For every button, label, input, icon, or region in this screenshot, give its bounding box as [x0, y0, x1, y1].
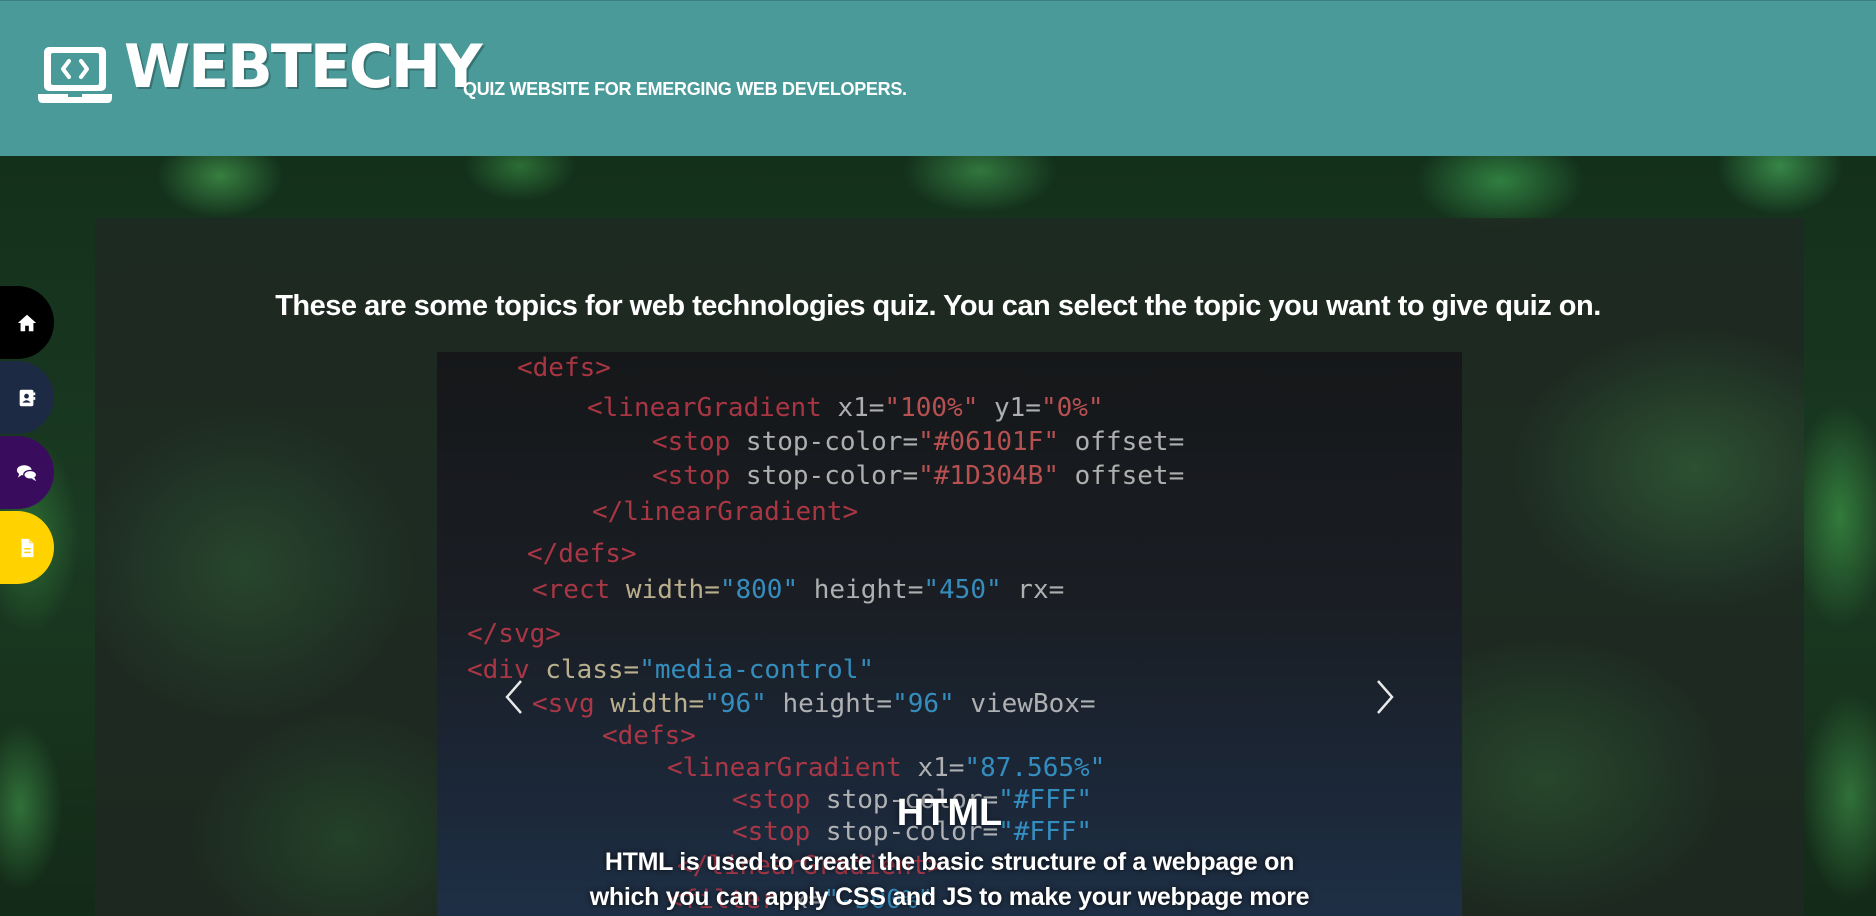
svg-text:<linearGradient x1="100%" y1=": <linearGradient x1="100%" y1="0%"	[587, 393, 1104, 423]
svg-text:<linearGradient x1="87.565%": <linearGradient x1="87.565%"	[667, 753, 1105, 783]
svg-text:</linearGradient>: </linearGradient>	[592, 497, 858, 527]
svg-text:</svg>: </svg>	[467, 619, 561, 649]
comments-icon	[16, 464, 38, 481]
svg-text:</defs>: </defs>	[527, 539, 637, 569]
slide-description: HTML is used to create the basic structu…	[589, 848, 1310, 911]
site-brand[interactable]: WEBTECHY	[124, 31, 483, 103]
site-tagline: QUIZ WEBSITE FOR EMERGING WEB DEVELOPERS…	[463, 79, 907, 99]
nav-item-discussion[interactable]	[0, 436, 54, 509]
svg-text:<stop stop-color="#06101F" off: <stop stop-color="#06101F" offset=	[652, 427, 1184, 457]
topics-carousel: <defs> <linearGradient x1="100%" y1="0%"…	[437, 352, 1462, 916]
svg-text:<svg width="96" height="96" vi: <svg width="96" height="96" viewBox=	[532, 689, 1096, 719]
site-header: WEBTECHY QUIZ WEBSITE FOR EMERGING WEB D…	[0, 0, 1876, 156]
nav-item-documents[interactable]	[0, 511, 54, 584]
svg-text:<defs>: <defs>	[602, 721, 696, 751]
address-book-icon	[19, 389, 36, 406]
slide-caption: HTML HTML is used to create the basic st…	[437, 792, 1462, 915]
svg-text:<defs>: <defs>	[517, 353, 611, 383]
laptop-code-icon	[38, 47, 112, 103]
side-nav	[0, 286, 54, 586]
topics-intro: These are some topics for web technologi…	[275, 290, 1601, 322]
slide-title: HTML	[896, 792, 1003, 834]
nav-item-home[interactable]	[0, 286, 54, 359]
home-icon	[17, 314, 37, 331]
svg-text:<rect width="800" height="450": <rect width="800" height="450" rx=	[532, 575, 1064, 605]
svg-text:<stop stop-color="#1D304B" off: <stop stop-color="#1D304B" offset=	[652, 461, 1184, 491]
chevron-left-icon[interactable]	[495, 667, 535, 727]
chevron-right-icon[interactable]	[1364, 667, 1404, 727]
file-icon	[21, 538, 34, 557]
nav-item-contacts[interactable]	[0, 361, 54, 434]
